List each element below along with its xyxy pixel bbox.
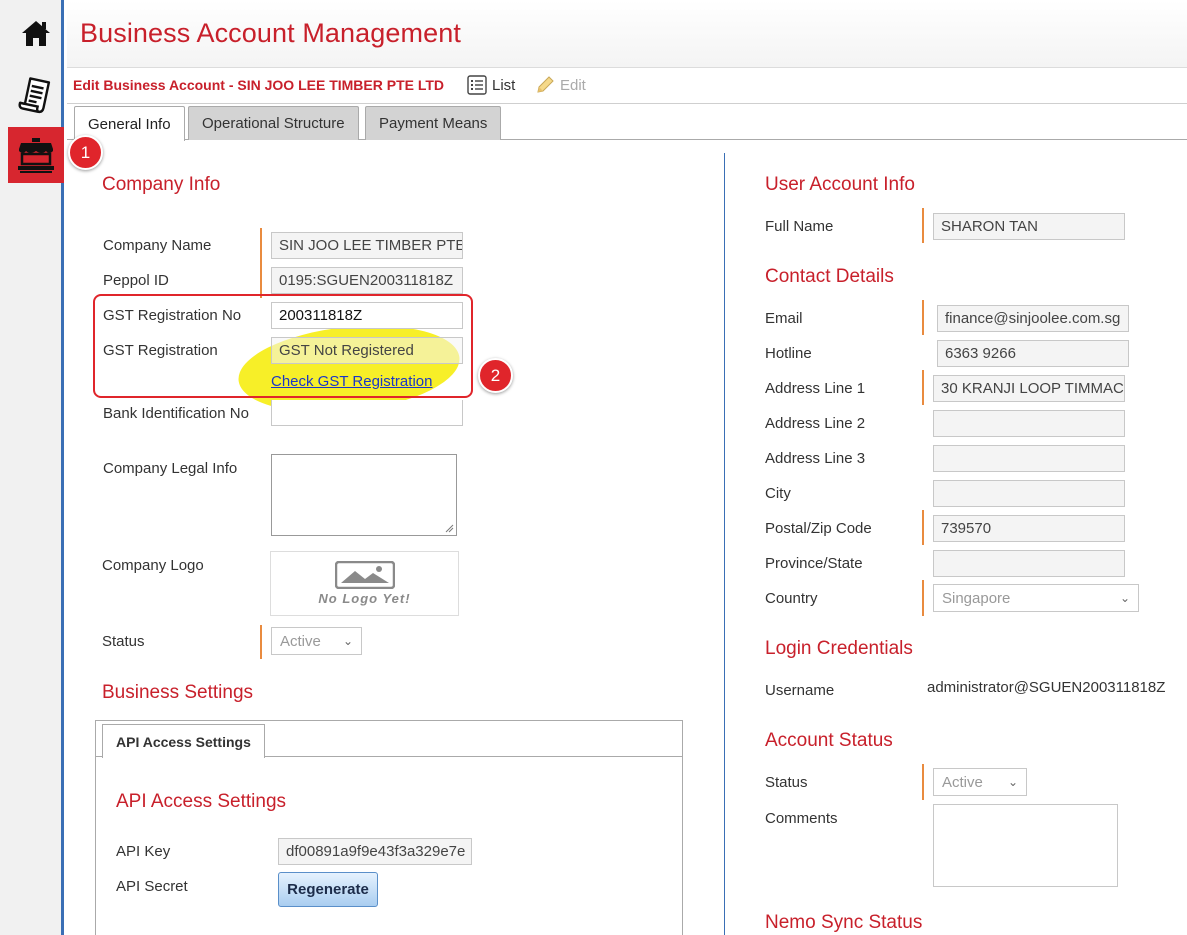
sidebar-item-home[interactable] (8, 5, 64, 61)
user-account-info-heading: User Account Info (765, 174, 915, 195)
province-state-field[interactable] (933, 550, 1125, 577)
company-name-label: Company Name (103, 237, 212, 254)
province-state-label: Province/State (765, 555, 863, 572)
bank-identification-label: Bank Identification No (103, 405, 249, 422)
no-logo-text: No Logo Yet! (318, 591, 411, 606)
pencil-icon (537, 76, 554, 93)
hotline-field[interactable]: 6363 9266 (937, 340, 1129, 367)
annotation-badge-2: 2 (478, 358, 513, 393)
required-marker (260, 228, 262, 298)
company-status-select[interactable]: Active ⌄ (271, 627, 362, 655)
toolbar: Edit Business Account - SIN JOO LEE TIMB… (67, 68, 1187, 104)
column-divider (724, 153, 725, 935)
tab-bar: General Info Operational Structure Payme… (67, 105, 1187, 141)
store-icon (18, 138, 54, 173)
country-label: Country (765, 590, 818, 607)
address-line-1-field[interactable]: 30 KRANJI LOOP TIMMAC (933, 375, 1125, 402)
chevron-down-icon: ⌄ (342, 634, 353, 648)
account-status-select[interactable]: Active ⌄ (933, 768, 1027, 796)
api-key-field[interactable]: df00891a9f9e43f3a329e7e (278, 838, 472, 865)
api-tab-bar: API Access Settings (96, 721, 682, 758)
required-marker (922, 580, 924, 616)
company-legal-info-label: Company Legal Info (103, 460, 238, 477)
city-label: City (765, 485, 791, 502)
login-credentials-heading: Login Credentials (765, 638, 913, 659)
company-logo-label: Company Logo (102, 557, 204, 574)
required-marker (260, 625, 262, 659)
username-value: administrator@SGUEN200311818Z (927, 679, 1166, 696)
address-line-3-label: Address Line 3 (765, 450, 866, 467)
api-access-settings-heading: API Access Settings (116, 791, 287, 812)
sidebar (0, 0, 64, 935)
list-icon (467, 75, 487, 95)
company-legal-info-textarea[interactable] (271, 454, 457, 536)
account-status-value: Active (942, 773, 983, 791)
required-marker (922, 764, 924, 800)
page-title: Business Account Management (80, 18, 461, 48)
email-field[interactable]: finance@sinjoolee.com.sg (937, 305, 1129, 332)
edit-button[interactable]: Edit (535, 74, 586, 96)
home-icon (22, 21, 50, 46)
full-name-label: Full Name (765, 218, 834, 235)
tab-api-access-settings[interactable]: API Access Settings (102, 724, 265, 758)
annotation-box (93, 294, 473, 398)
account-status-heading: Account Status (765, 730, 893, 751)
account-status-label: Status (765, 774, 808, 791)
tab-operational-structure[interactable]: Operational Structure (188, 106, 359, 140)
edit-title: Edit Business Account - SIN JOO LEE TIMB… (73, 77, 445, 93)
regenerate-button[interactable]: Regenerate (278, 872, 378, 907)
required-marker (922, 300, 924, 335)
company-name-field[interactable]: SIN JOO LEE TIMBER PTE LTD (271, 232, 463, 259)
resize-handle-icon[interactable] (444, 523, 454, 533)
postal-code-field[interactable]: 739570 (933, 515, 1125, 542)
nemo-sync-status-heading: Nemo Sync Status (765, 912, 923, 933)
contact-details-heading: Contact Details (765, 266, 894, 287)
edit-label: Edit (560, 76, 586, 94)
api-secret-label: API Secret (116, 878, 188, 895)
hotline-label: Hotline (765, 345, 812, 362)
sidebar-item-business[interactable] (8, 127, 64, 183)
business-settings-heading: Business Settings (102, 682, 254, 703)
comments-textarea[interactable] (933, 804, 1118, 887)
address-line-3-field[interactable] (933, 445, 1125, 472)
receipt-icon (18, 77, 51, 114)
list-button[interactable]: List (467, 74, 515, 96)
address-line-2-label: Address Line 2 (765, 415, 866, 432)
comments-label: Comments (765, 810, 838, 827)
tab-payment-means[interactable]: Payment Means (365, 106, 502, 140)
city-field[interactable] (933, 480, 1125, 507)
address-line-1-label: Address Line 1 (765, 380, 866, 397)
required-marker (922, 370, 924, 405)
list-label: List (492, 76, 516, 94)
country-select[interactable]: Singapore ⌄ (933, 584, 1139, 612)
chevron-down-icon: ⌄ (1119, 591, 1130, 605)
annotation-badge-1: 1 (68, 135, 103, 170)
required-marker (922, 208, 924, 243)
address-line-2-field[interactable] (933, 410, 1125, 437)
page-header: Business Account Management (67, 0, 1187, 68)
company-info-heading: Company Info (102, 174, 221, 195)
image-icon (334, 561, 395, 589)
company-status-value: Active (280, 632, 321, 650)
email-label: Email (765, 310, 803, 327)
business-settings-panel: API Access Settings (95, 720, 683, 935)
company-status-label: Status (102, 633, 145, 650)
api-key-label: API Key (116, 843, 171, 860)
username-label: Username (765, 682, 835, 699)
required-marker (922, 510, 924, 545)
peppol-id-field[interactable]: 0195:SGUEN200311818Z (271, 267, 463, 294)
sidebar-item-documents[interactable] (8, 67, 64, 123)
chevron-down-icon: ⌄ (1007, 775, 1018, 789)
full-name-field[interactable]: SHARON TAN (933, 213, 1125, 240)
country-value: Singapore (942, 589, 1011, 607)
bank-identification-field[interactable] (271, 400, 463, 426)
postal-code-label: Postal/Zip Code (765, 520, 872, 537)
company-logo-placeholder[interactable]: No Logo Yet! (270, 551, 459, 616)
peppol-id-label: Peppol ID (103, 272, 169, 289)
